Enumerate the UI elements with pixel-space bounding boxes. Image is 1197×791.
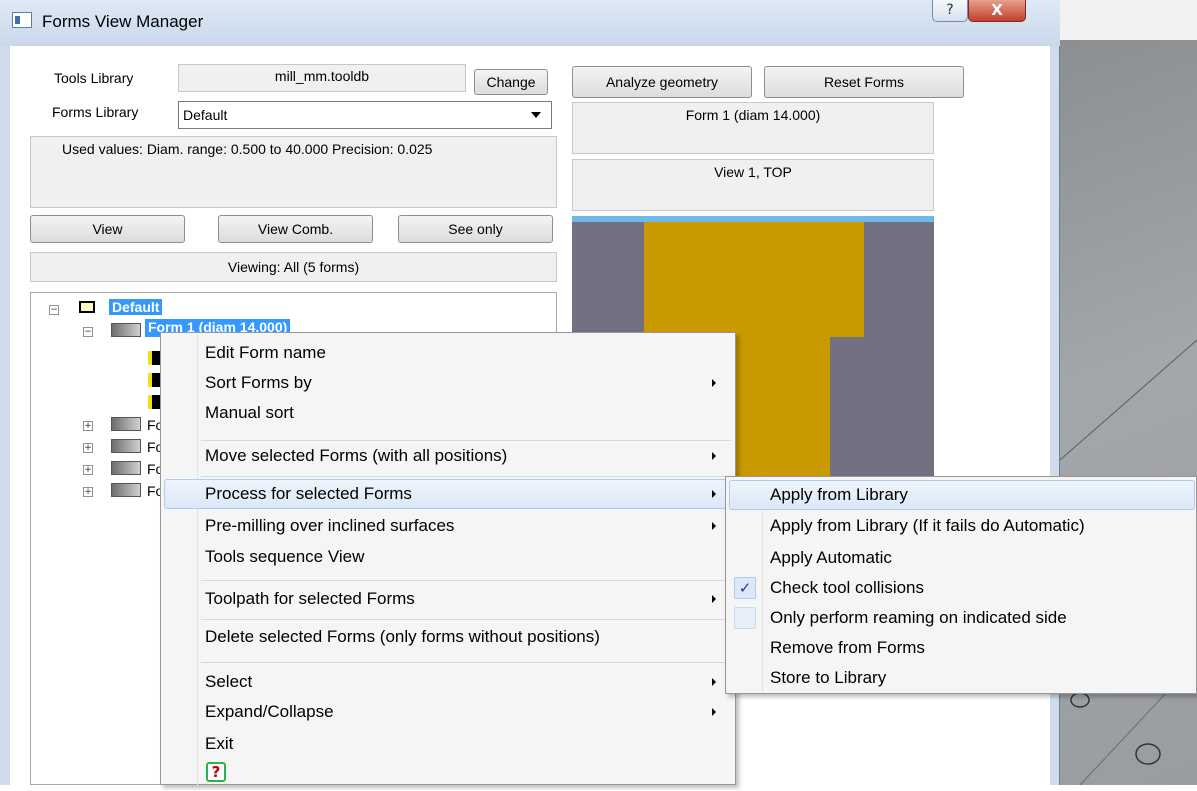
menu-item-pre-milling[interactable]: Pre-milling over inclined surfaces [205,516,454,536]
form-icon [111,417,141,431]
preview-lower-area [732,694,934,791]
tools-library-label: Tools Library [54,70,134,86]
position-icon [148,373,160,387]
menu-item-exit[interactable]: Exit [205,734,233,754]
change-button[interactable]: Change [474,69,548,95]
submenu-arrow-icon [712,595,716,603]
submenu-arrow-icon [712,490,716,498]
menu-gutter-divider [197,335,198,786]
menu-separator [201,619,731,620]
viewing-status: Viewing: All (5 forms) [30,252,557,282]
submenu-item-store-to-library[interactable]: Store to Library [770,668,886,688]
background-toolbar [1060,0,1197,43]
submenu-arrow-icon [712,678,716,686]
menu-separator [201,580,731,581]
used-values-box: Used values: Diam. range: 0.500 to 40.00… [30,136,557,208]
menu-item-expand-collapse[interactable]: Expand/Collapse [205,702,334,722]
see-only-button[interactable]: See only [398,215,553,243]
collapse-toggle[interactable]: − [49,305,59,315]
forms-library-selected: Default [183,107,228,123]
submenu-item-remove-from-forms[interactable]: Remove from Forms [770,638,925,658]
submenu-arrow-icon [712,522,716,530]
submenu-item-check-tool-collisions[interactable]: Check tool collisions [770,578,924,598]
view-info-box: View 1, TOP [572,159,934,211]
folder-icon [79,301,95,313]
menu-item-select[interactable]: Select [205,672,252,692]
form-info-box: Form 1 (diam 14.000) [572,102,934,154]
window-title: Forms View Manager [42,12,204,31]
close-button[interactable]: X [968,0,1026,22]
context-menu: Edit Form name Sort Forms by Manual sort… [160,332,736,786]
tools-library-field: mill_mm.tooldb [178,64,466,92]
menu-separator [201,476,731,477]
form-info-text: Form 1 (diam 14.000) [685,107,821,123]
help-icon[interactable]: ? [206,762,226,782]
forms-library-select[interactable]: Default [178,101,552,129]
process-submenu: Apply from Library Apply from Library (I… [725,476,1197,694]
chevron-down-icon [531,112,541,118]
used-values-text: Used values: Diam. range: 0.500 to 40.00… [62,141,433,157]
menu-separator [201,662,731,663]
menu-separator [201,440,731,441]
menu-item-delete-selected-forms[interactable]: Delete selected Forms (only forms withou… [205,627,600,647]
expand-toggle[interactable]: + [83,443,93,453]
expand-toggle[interactable]: + [83,487,93,497]
forms-library-label: Forms Library [52,104,139,120]
form-icon [111,483,141,497]
collapse-toggle[interactable]: − [83,327,93,337]
position-icon [148,395,160,409]
help-button[interactable]: ? [932,0,968,22]
view-info-text: View 1, TOP [714,164,792,180]
menu-item-sort-forms-by[interactable]: Sort Forms by [205,373,312,393]
submenu-arrow-icon [712,379,716,387]
submenu-item-apply-from-library-fallback[interactable]: Apply from Library (If it fails do Autom… [770,516,1085,536]
submenu-arrow-icon [712,452,716,460]
menu-item-move-selected-forms[interactable]: Move selected Forms (with all positions) [205,446,507,466]
tree-root-default[interactable]: Default [109,299,163,315]
expand-toggle[interactable]: + [83,465,93,475]
unchecked-box-icon [734,607,756,629]
submenu-arrow-icon [712,708,716,716]
view-comb-button[interactable]: View Comb. [218,215,373,243]
analyze-geometry-button[interactable]: Analyze geometry [572,66,752,98]
form-icon [111,323,141,337]
submenu-item-apply-automatic[interactable]: Apply Automatic [770,548,892,568]
position-icon [148,351,160,365]
menu-item-edit-form-name[interactable]: Edit Form name [205,343,326,363]
menu-item-process-for-selected-forms[interactable]: Process for selected Forms [205,484,412,504]
view-button[interactable]: View [30,215,185,243]
menu-gutter-divider [762,479,763,693]
menu-item-tools-sequence-view[interactable]: Tools sequence View [205,547,364,567]
menu-item-toolpath-for-selected-forms[interactable]: Toolpath for selected Forms [205,589,415,609]
submenu-item-only-perform-reaming[interactable]: Only perform reaming on indicated side [770,608,1067,628]
check-icon: ✓ [734,577,756,599]
reset-forms-button[interactable]: Reset Forms [764,66,964,98]
form-icon [111,461,141,475]
menu-item-manual-sort[interactable]: Manual sort [205,403,294,423]
expand-toggle[interactable]: + [83,421,93,431]
title-bar[interactable]: Forms View Manager ? X [0,0,1060,46]
window-app-icon [12,12,32,28]
submenu-item-apply-from-library[interactable]: Apply from Library [770,485,908,505]
form-icon [111,439,141,453]
